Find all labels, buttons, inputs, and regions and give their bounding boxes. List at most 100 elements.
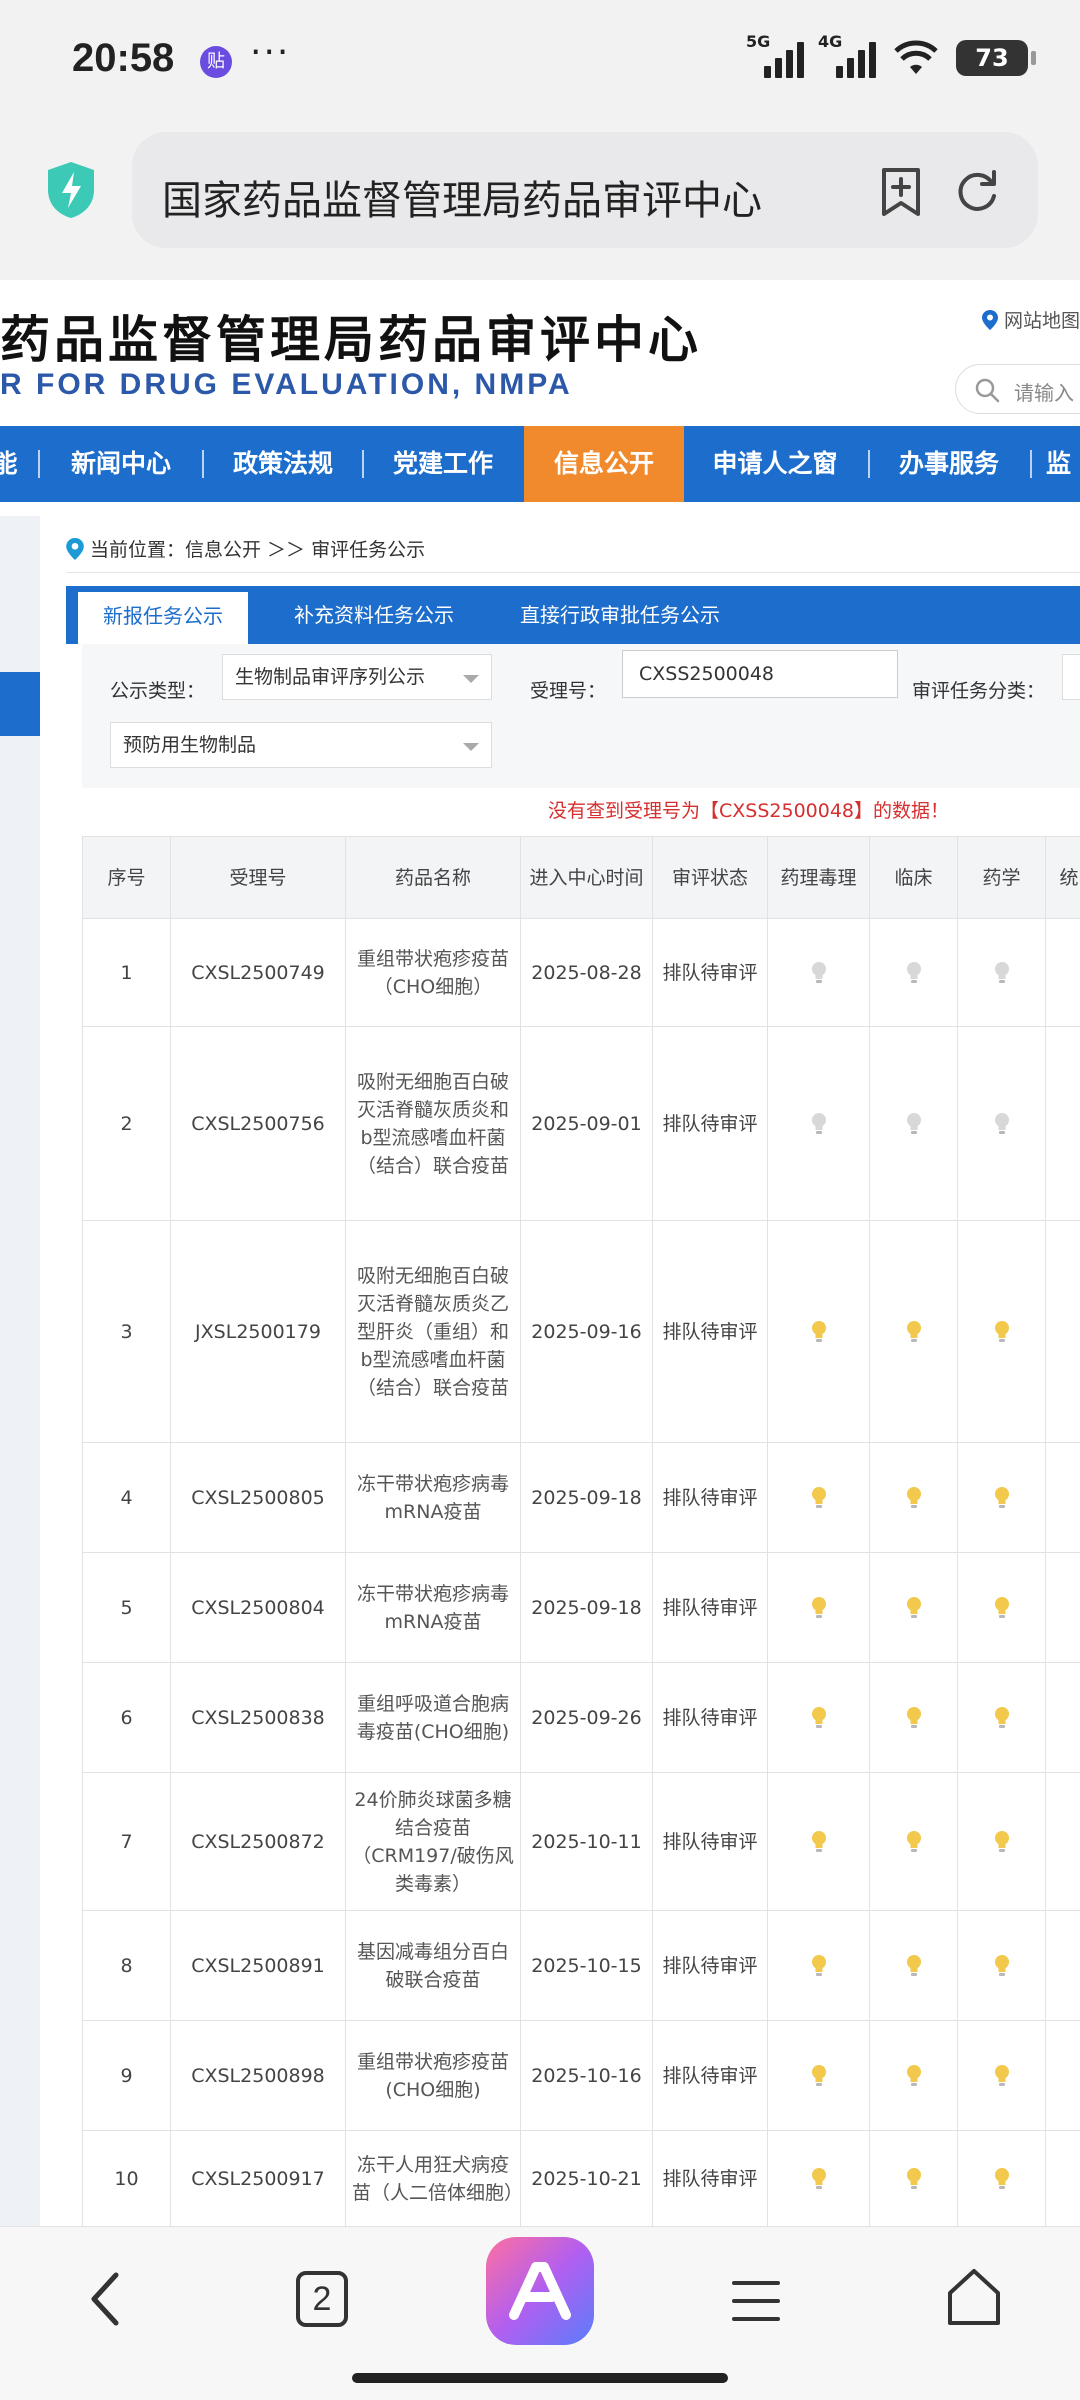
table-row[interactable]: 7 CXSL2500872 24价肺炎球菌多糖结合疫苗（CRM197/破伤风类毒素）… bbox=[82, 1772, 1080, 1911]
lightbulb-on-icon bbox=[906, 1597, 921, 1618]
lightbulb-on-icon bbox=[906, 1831, 921, 1852]
type-select[interactable]: 生物制品审评序列公示 bbox=[222, 654, 492, 700]
table-row[interactable]: 2 CXSL2500756 吸附无细胞百白破灭活脊髓灰质炎和b型流感嗜血杆菌（结合）… bbox=[82, 1026, 1080, 1221]
cell-progress bbox=[957, 1442, 1046, 1553]
cell-statistics bbox=[1045, 2130, 1080, 2227]
nav-item-news[interactable]: 新闻中心 bbox=[56, 426, 186, 502]
cell-no: 6 bbox=[82, 1662, 171, 1773]
lightbulb-on-icon bbox=[811, 1707, 826, 1728]
cell-drug-name: 基因减毒组分百白破联合疫苗 bbox=[345, 1910, 521, 2021]
sitemap-label[interactable]: 网站地图 bbox=[1004, 310, 1080, 332]
cell-enter-time: 2025-09-18 bbox=[520, 1552, 653, 1663]
status-bar: 20:58 贴 ··· 5G 4G 73 bbox=[0, 0, 1080, 120]
cell-progress bbox=[957, 2020, 1046, 2131]
cell-no: 7 bbox=[82, 1772, 171, 1911]
task-category-label: 审评任务分类： bbox=[912, 680, 1046, 702]
menu-icon[interactable] bbox=[730, 2277, 782, 2325]
nav-item-policy[interactable]: 政策法规 bbox=[218, 426, 348, 502]
nav-item-partial-right[interactable]: 监 bbox=[1046, 426, 1080, 502]
cell-drug-name: 重组带状疱疹疫苗（CHO细胞） bbox=[345, 918, 521, 1027]
tabs-button[interactable]: 2 bbox=[296, 2271, 348, 2327]
table-row[interactable]: 5 CXSL2500804 冻干带状疱疹病毒mRNA疫苗 2025-09-18 排队待审… bbox=[82, 1552, 1080, 1663]
breadcrumb: 当前位置：信息公开 ＞＞ 审评任务公示 bbox=[66, 535, 425, 562]
accept-no-label: 受理号： bbox=[530, 680, 607, 702]
nav-item-services[interactable]: 办事服务 bbox=[884, 426, 1014, 502]
cell-progress bbox=[767, 1026, 870, 1221]
refresh-icon[interactable] bbox=[952, 166, 1002, 216]
table-row[interactable]: 9 CXSL2500898 重组带状疱疹疫苗(CHO细胞) 2025-10-16 排队待… bbox=[82, 2020, 1080, 2131]
cell-statistics bbox=[1045, 1910, 1080, 2021]
table-row[interactable]: 3 JXSL2500179 吸附无细胞百白破灭活脊髓灰质炎乙型肝炎（重组）和b型流感… bbox=[82, 1220, 1080, 1443]
nav-item-applicant[interactable]: 申请人之窗 bbox=[700, 426, 850, 502]
home-icon[interactable] bbox=[946, 2267, 1002, 2327]
cell-statistics bbox=[1045, 918, 1080, 1027]
subtype-select[interactable]: 预防用生物制品 bbox=[110, 722, 492, 768]
cell-statistics bbox=[1045, 1662, 1080, 1773]
cell-enter-time: 2025-10-21 bbox=[520, 2130, 653, 2227]
sitemap-link[interactable]: 网站地图 bbox=[982, 306, 1080, 333]
nav-item-party[interactable]: 党建工作 bbox=[378, 426, 508, 502]
subtype-select-value: 预防用生物制品 bbox=[123, 734, 257, 756]
lightbulb-on-icon bbox=[811, 1487, 826, 1508]
cell-drug-name: 吸附无细胞百白破灭活脊髓灰质炎和b型流感嗜血杆菌（结合）联合疫苗 bbox=[345, 1026, 521, 1221]
assistant-button[interactable] bbox=[486, 2237, 594, 2345]
cell-statistics bbox=[1045, 1220, 1080, 1443]
cell-progress bbox=[869, 1552, 958, 1663]
nav-item-partial[interactable]: 能 bbox=[0, 426, 18, 502]
lightbulb-off-icon bbox=[994, 962, 1009, 983]
header-status: 审评状态 bbox=[652, 836, 768, 919]
security-shield-icon[interactable] bbox=[44, 160, 98, 220]
site-title-cn[interactable]: 药品监督管理局药品审评中心 bbox=[0, 300, 702, 372]
lightbulb-on-icon bbox=[994, 1831, 1009, 1852]
task-category-select[interactable] bbox=[1062, 654, 1080, 700]
type-label: 公示类型： bbox=[110, 680, 206, 702]
cell-status: 排队待审评 bbox=[652, 1910, 768, 2021]
table-row[interactable]: 1 CXSL2500749 重组带状疱疹疫苗（CHO细胞） 2025-08-28 排队待… bbox=[82, 918, 1080, 1027]
site-search-input[interactable]: 请输入 bbox=[955, 364, 1080, 414]
lightbulb-off-icon bbox=[994, 1113, 1009, 1134]
cell-progress bbox=[767, 2130, 870, 2227]
status-icons: 5G 4G 73 bbox=[746, 32, 1036, 78]
lightbulb-on-icon bbox=[994, 1955, 1009, 1976]
cell-status: 排队待审评 bbox=[652, 1026, 768, 1221]
cell-progress bbox=[957, 1910, 1046, 2021]
cell-statistics bbox=[1045, 2020, 1080, 2131]
cell-accept-no: CXSL2500917 bbox=[170, 2130, 346, 2227]
location-pin-icon bbox=[66, 538, 84, 560]
cell-accept-no: CXSL2500805 bbox=[170, 1442, 346, 1553]
site-title-en[interactable]: R FOR DRUG EVALUATION, NMPA bbox=[0, 368, 573, 402]
back-icon[interactable] bbox=[86, 2269, 126, 2329]
browser-toolbar: 国家药品监督管理局药品审评中心 bbox=[0, 120, 1080, 280]
address-bar[interactable]: 国家药品监督管理局药品审评中心 bbox=[132, 132, 1038, 248]
nav-item-info-public[interactable]: 信息公开 bbox=[524, 426, 684, 502]
cell-progress bbox=[767, 1442, 870, 1553]
accept-no-input[interactable]: CXSS2500048 bbox=[622, 650, 898, 698]
breadcrumb-text: 当前位置：信息公开 ＞＞ 审评任务公示 bbox=[90, 539, 426, 561]
table-row[interactable]: 6 CXSL2500838 重组呼吸道合胞病毒疫苗(CHO细胞) 2025-09-26… bbox=[82, 1662, 1080, 1773]
address-bar-title[interactable]: 国家药品监督管理局药品审评中心 bbox=[162, 168, 762, 226]
tab-supplement-tasks[interactable]: 补充资料任务公示 bbox=[294, 586, 454, 644]
cell-status: 排队待审评 bbox=[652, 1772, 768, 1911]
lightbulb-off-icon bbox=[811, 1113, 826, 1134]
table-row[interactable]: 10 CXSL2500917 冻干人用狂犬病疫苗（人二倍体细胞） 2025-10-21… bbox=[82, 2130, 1080, 2227]
sidebar-active-tab[interactable] bbox=[0, 672, 40, 736]
cell-progress bbox=[957, 1662, 1046, 1773]
table-row[interactable]: 8 CXSL2500891 基因减毒组分百白破联合疫苗 2025-10-15 排队待审评 bbox=[82, 1910, 1080, 2021]
task-tabs: 新报任务公示 补充资料任务公示 直接行政审批任务公示 bbox=[66, 586, 1080, 644]
cell-drug-name: 冻干带状疱疹病毒mRNA疫苗 bbox=[345, 1552, 521, 1663]
tab-new-tasks[interactable]: 新报任务公示 bbox=[78, 592, 248, 644]
lightbulb-on-icon bbox=[906, 1955, 921, 1976]
cell-progress bbox=[957, 1026, 1046, 1221]
more-notifications-icon: ··· bbox=[250, 32, 291, 73]
lightbulb-on-icon bbox=[811, 1831, 826, 1852]
add-bookmark-icon[interactable] bbox=[876, 166, 926, 218]
lightbulb-on-icon bbox=[906, 1487, 921, 1508]
chevron-down-icon bbox=[463, 743, 479, 751]
cell-progress bbox=[957, 1552, 1046, 1663]
lightbulb-on-icon bbox=[906, 1321, 921, 1342]
cell-progress bbox=[767, 1910, 870, 2021]
cell-status: 排队待审评 bbox=[652, 2020, 768, 2131]
app-notification-icon: 贴 bbox=[200, 46, 232, 78]
tab-admin-approval-tasks[interactable]: 直接行政审批任务公示 bbox=[520, 586, 720, 644]
table-row[interactable]: 4 CXSL2500805 冻干带状疱疹病毒mRNA疫苗 2025-09-18 排队待审… bbox=[82, 1442, 1080, 1553]
